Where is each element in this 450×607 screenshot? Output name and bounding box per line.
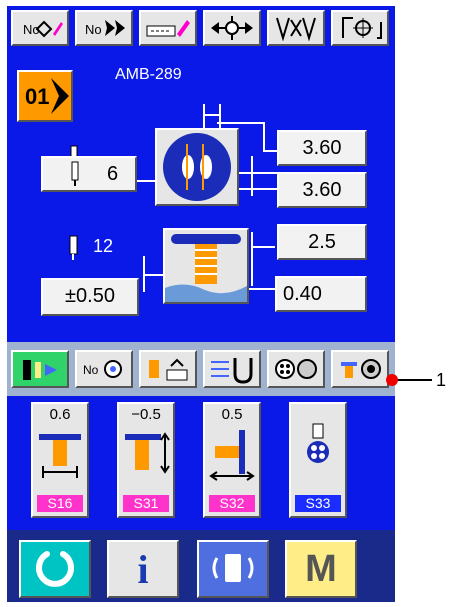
data-edit-icon <box>146 20 190 37</box>
tile-label: S16 <box>37 495 83 512</box>
setting-tile-s31[interactable]: −0.5 S31 <box>117 402 175 518</box>
tile-value: 0.6 <box>49 406 71 423</box>
pattern-number: 01 <box>25 84 50 109</box>
ready-icon <box>36 551 74 587</box>
reference-point-icon <box>342 17 382 39</box>
button-shape-display[interactable] <box>155 128 239 206</box>
needle-thread-button[interactable] <box>11 350 69 388</box>
information-button[interactable]: i <box>107 540 179 598</box>
pattern-search-button[interactable]: No <box>75 350 133 388</box>
needle-count-value: 6 <box>107 163 119 185</box>
ready-button[interactable] <box>19 540 91 598</box>
callout-number: 1 <box>436 370 447 390</box>
pattern-name: AMB-289 <box>115 66 182 83</box>
shank-height-value: 0.40 <box>283 283 322 305</box>
pattern-number-select-button[interactable]: No <box>75 10 133 46</box>
wrap-position-icon <box>209 430 255 481</box>
shank-offset-field[interactable]: ±0.50 <box>41 278 139 316</box>
needle-reverse-button[interactable] <box>203 350 261 388</box>
thread-cut-button[interactable] <box>267 10 325 46</box>
shank-shape-display[interactable] <box>163 228 249 304</box>
setting-tile-s33[interactable]: S33 <box>289 402 347 518</box>
needle-reverse-icon <box>211 358 253 384</box>
needle-small-icon <box>71 161 79 186</box>
svg-text:No: No <box>85 22 102 37</box>
stitch-width-x-field[interactable]: 3.60 <box>277 130 367 166</box>
pattern-number-edit-button[interactable]: No <box>11 10 69 46</box>
pattern-search-icon: No <box>83 360 122 378</box>
reference-point-button[interactable] <box>331 10 389 46</box>
wrap-height-field[interactable]: 2.5 <box>277 224 367 260</box>
wrap-needle-icon <box>69 235 78 260</box>
callout-line <box>392 379 432 381</box>
communication-icon <box>212 554 254 582</box>
callout-dot <box>386 374 398 386</box>
shank-height-icon <box>125 432 170 474</box>
move-position-button[interactable] <box>203 10 261 46</box>
mode-button[interactable]: M <box>285 540 357 598</box>
svg-text:No: No <box>83 363 99 377</box>
tile-label: S31 <box>123 495 169 512</box>
shank-shape-icon <box>165 234 247 302</box>
counter-icon <box>149 358 188 381</box>
tile-label: S33 <box>295 495 341 512</box>
shank-offset-value: ±0.50 <box>65 285 115 307</box>
shank-height-field[interactable]: 0.40 <box>275 276 367 312</box>
wrap-count-label: 12 <box>93 236 114 256</box>
thread-cut-icon <box>276 17 316 42</box>
counter-button[interactable] <box>139 350 197 388</box>
bobbin-icon <box>275 359 317 379</box>
move-position-icon <box>211 16 253 40</box>
wrap-height-value: 2.5 <box>308 231 336 253</box>
tile-value: −0.5 <box>131 406 161 423</box>
stitch-width-x-value: 3.60 <box>302 137 342 159</box>
winder-icon <box>341 359 381 379</box>
pattern-number-display[interactable]: 01 <box>17 70 73 122</box>
needle-count-field[interactable]: 6 <box>41 156 137 192</box>
mode-icon: M <box>305 548 337 590</box>
panel-screen: No No 01 AMB-289 6 3.60 3.60 12 2.5 ±0.5… <box>7 6 395 602</box>
information-icon: i <box>137 547 149 592</box>
pattern-number-select-icon: No <box>85 20 125 37</box>
data-edit-button[interactable] <box>139 10 197 46</box>
needle-thread-icon <box>23 360 57 380</box>
pattern-number-edit-icon: No <box>23 20 63 38</box>
winder-button[interactable] <box>331 350 389 388</box>
communication-button[interactable] <box>197 540 269 598</box>
tile-label: S32 <box>209 495 255 512</box>
button-holes-icon <box>307 423 329 463</box>
shank-width-icon <box>39 434 81 478</box>
setting-tile-s16[interactable]: 0.6 S16 <box>31 402 89 518</box>
bobbin-button[interactable] <box>267 350 325 388</box>
setting-tile-s32[interactable]: 0.5 S32 <box>203 402 261 518</box>
button-shape-icon <box>163 133 231 201</box>
tile-value: 0.5 <box>221 406 243 423</box>
stitch-width-y-field[interactable]: 3.60 <box>277 172 367 208</box>
stitch-width-y-value: 3.60 <box>302 179 342 201</box>
